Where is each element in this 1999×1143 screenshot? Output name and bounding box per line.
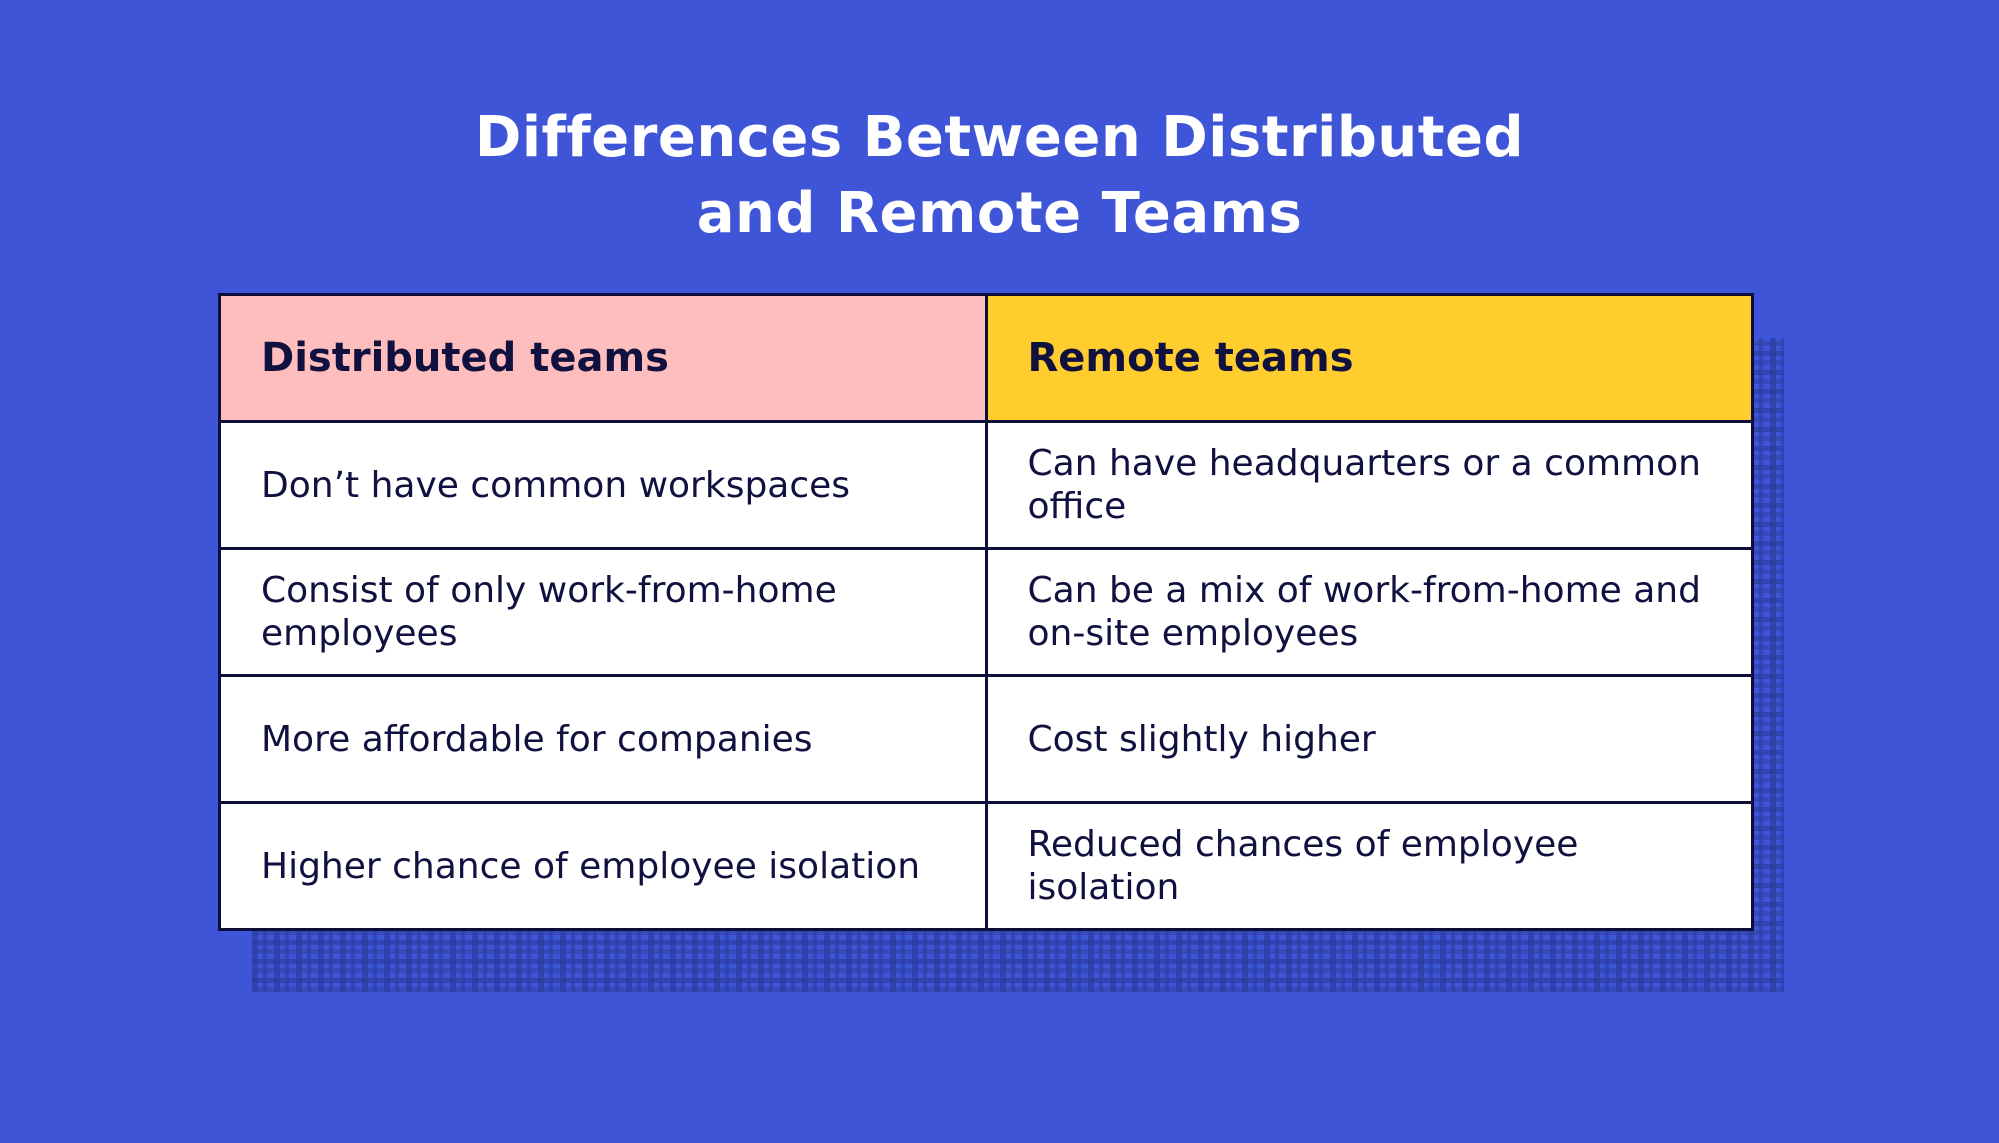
cell-distributed: Don’t have common workspaces xyxy=(218,420,988,550)
title-line-2: and Remote Teams xyxy=(696,180,1303,246)
cell-distributed: More affordable for companies xyxy=(218,674,988,804)
table-row: More affordable for companies Cost sligh… xyxy=(218,674,1754,804)
cell-remote: Can have headquarters or a common office xyxy=(984,420,1754,550)
cell-remote: Can be a mix of work-from-home and on-si… xyxy=(984,547,1754,677)
page-title: Differences Between Distributed and Remo… xyxy=(0,100,1999,252)
header-remote-teams: Remote teams xyxy=(984,293,1754,423)
cell-remote: Cost slightly higher xyxy=(984,674,1754,804)
comparison-table: Distributed teams Remote teams Don’t hav… xyxy=(218,293,1754,931)
table-row: Higher chance of employee isolation Redu… xyxy=(218,801,1754,931)
table-row: Don’t have common workspaces Can have he… xyxy=(218,420,1754,550)
header-distributed-teams: Distributed teams xyxy=(218,293,988,423)
title-line-1: Differences Between Distributed xyxy=(474,104,1525,170)
cell-distributed: Consist of only work-from-home employees xyxy=(218,547,988,677)
cell-distributed: Higher chance of employee isolation xyxy=(218,801,988,931)
table-row: Consist of only work-from-home employees… xyxy=(218,547,1754,677)
table-header-row: Distributed teams Remote teams xyxy=(218,293,1754,423)
cell-remote: Reduced chances of employee isolation xyxy=(984,801,1754,931)
